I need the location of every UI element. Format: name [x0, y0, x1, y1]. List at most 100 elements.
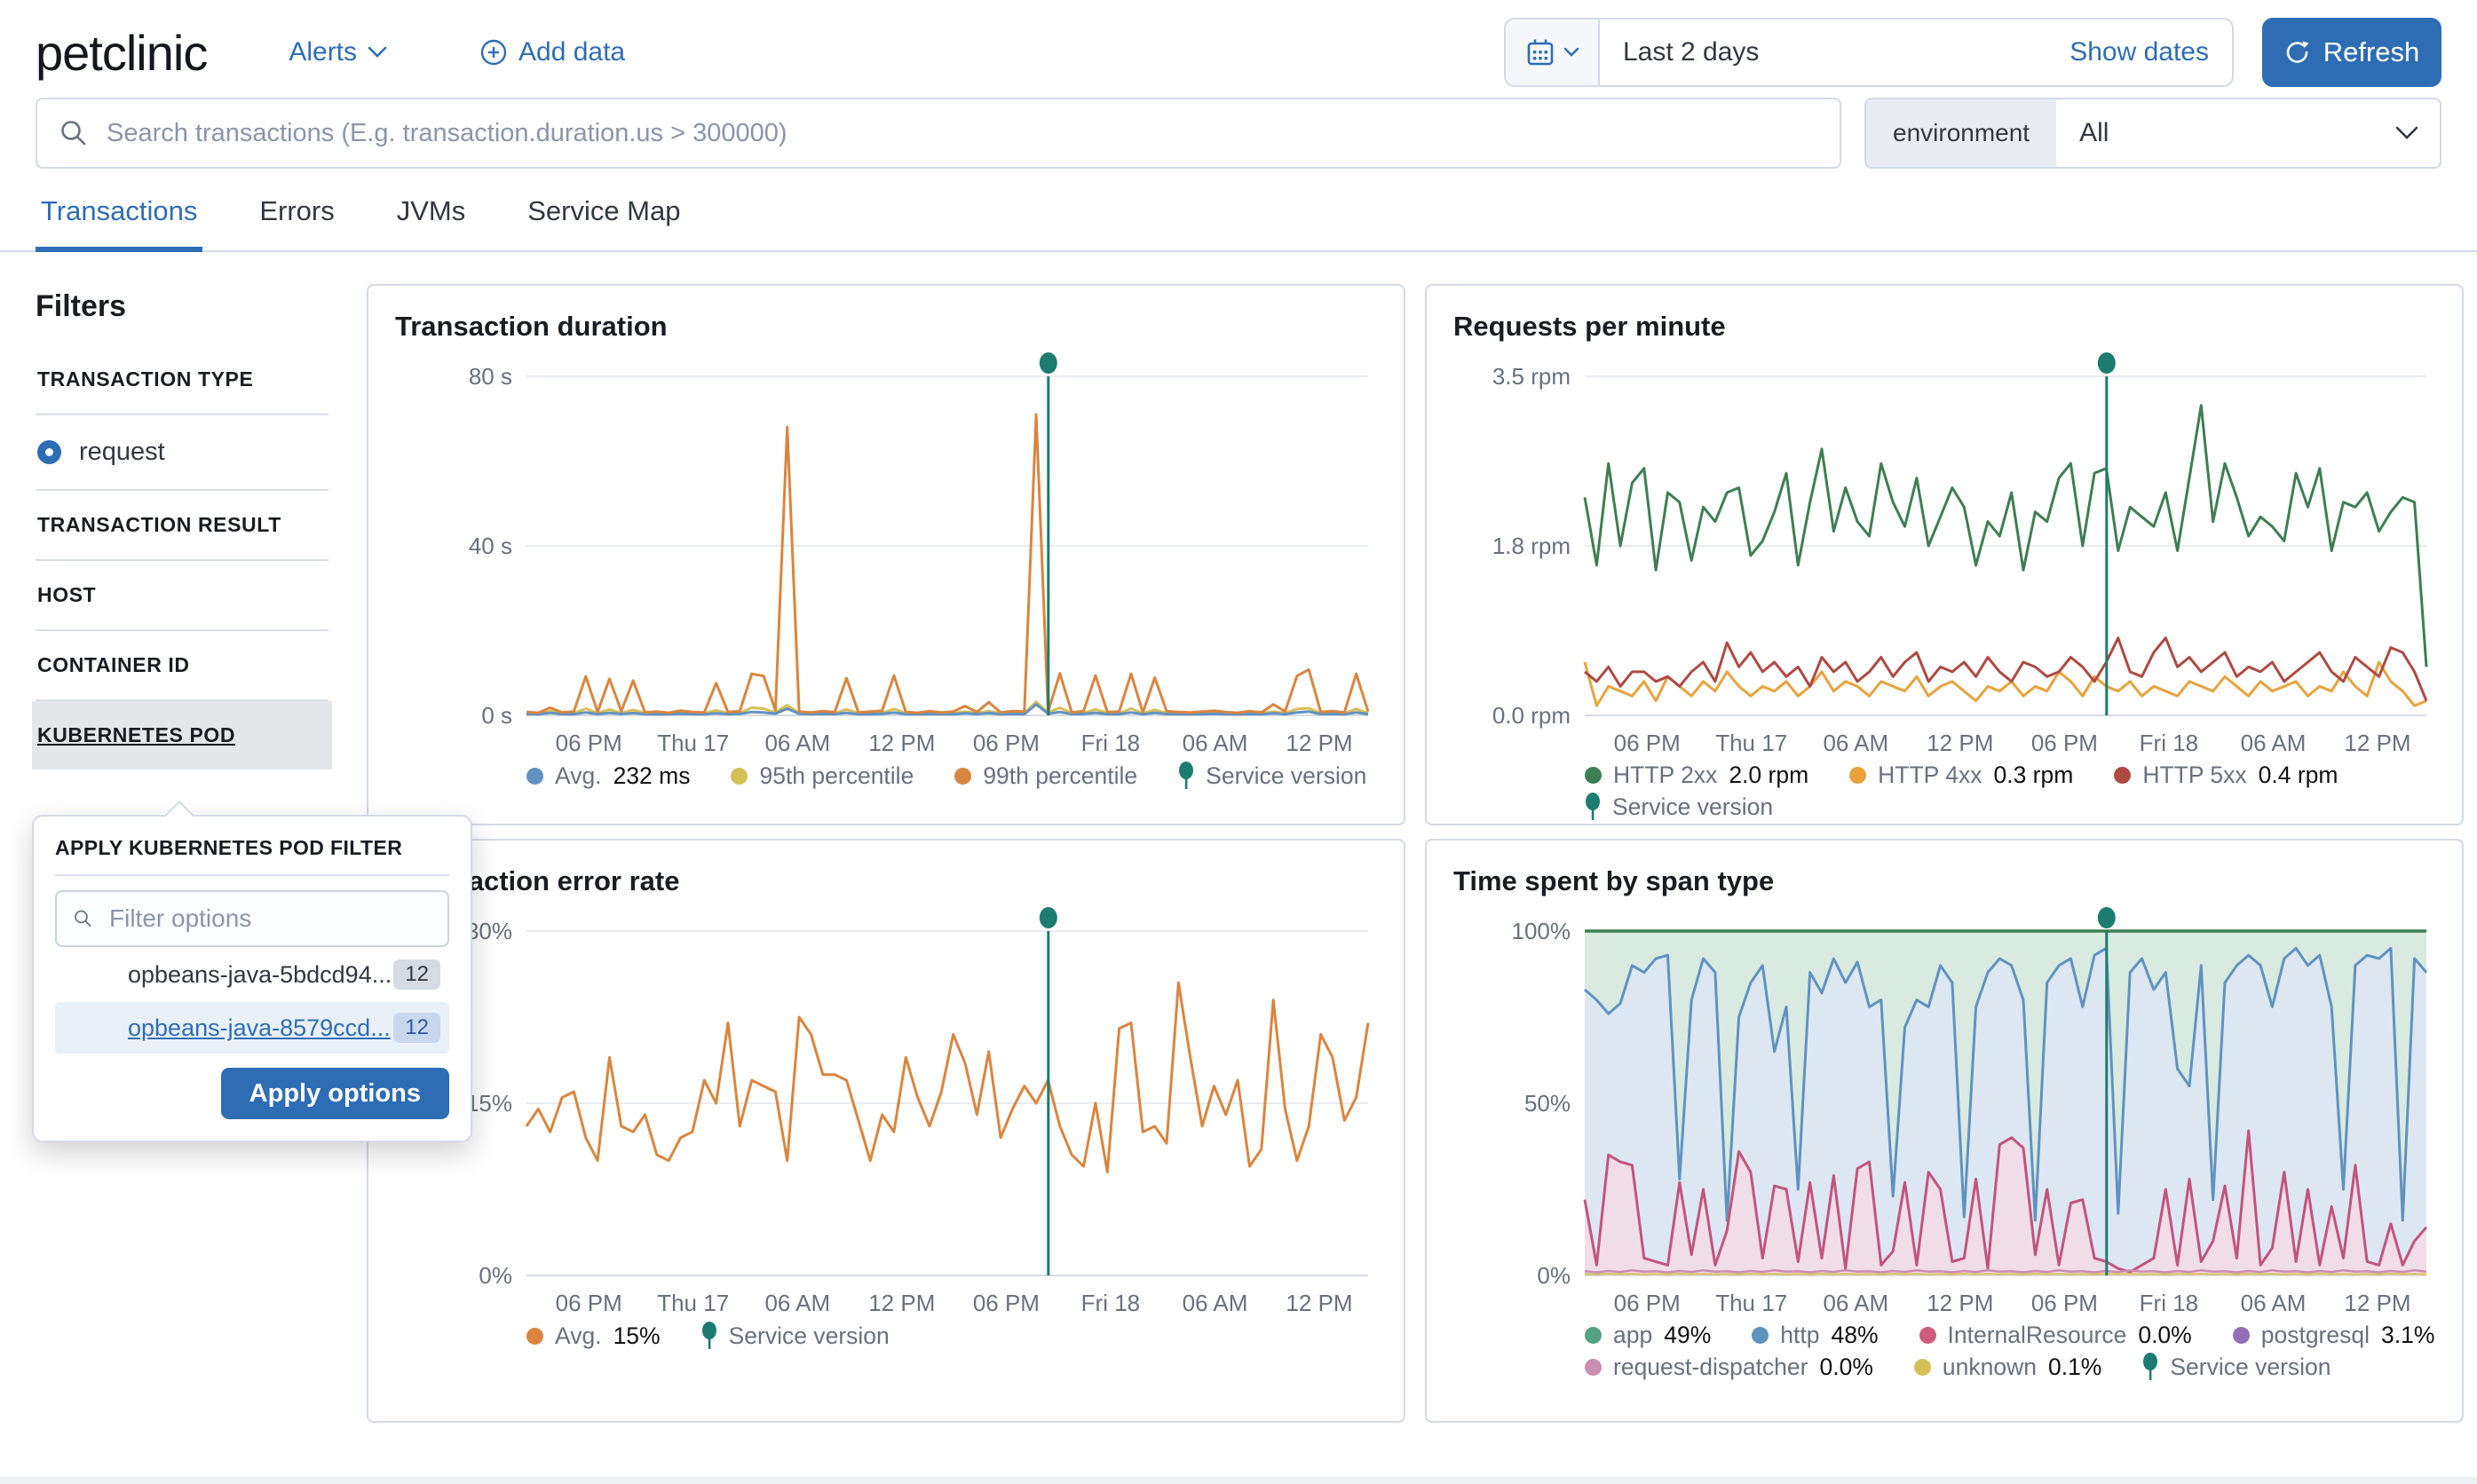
svg-text:100%: 100%: [1512, 918, 1571, 944]
legend-item-postgresql[interactable]: postgresql3.1%: [2233, 1322, 2435, 1349]
legend-value: 0.4 rpm: [2259, 762, 2339, 789]
kubernetes-pod-filter-popup: APPLY KUBERNETES POD FILTER opbeans-java…: [32, 815, 472, 1142]
legend-item-http-2xx[interactable]: HTTP 2xx2.0 rpm: [1585, 762, 1808, 789]
transaction-duration-card: Transaction duration 80 s40 s0 s06 PMThu…: [367, 284, 1405, 825]
time-range-value[interactable]: Last 2 days: [1600, 37, 1759, 67]
legend-item-service-version[interactable]: Service version: [1585, 793, 1773, 821]
legend-value: 0.0%: [2138, 1322, 2191, 1349]
refresh-label: Refresh: [2323, 36, 2420, 68]
transaction-error-rate-chart: 30%15%0%06 PMThu 1706 AM12 PM06 PMFri 18…: [395, 904, 1377, 1322]
legend-label: Avg.: [555, 762, 602, 790]
apply-options-button[interactable]: Apply options: [221, 1068, 449, 1119]
tab-transactions[interactable]: Transactions: [36, 195, 202, 252]
chart-title: Time spent by span type: [1453, 865, 2435, 897]
svg-text:0 s: 0 s: [481, 702, 512, 729]
filter-section-host[interactable]: HOST: [36, 561, 328, 631]
svg-text:12 PM: 12 PM: [2344, 730, 2410, 756]
svg-text:3.5 rpm: 3.5 rpm: [1492, 363, 1571, 390]
chevron-down-icon: [2395, 126, 2440, 140]
alerts-menu[interactable]: Alerts: [289, 37, 387, 67]
service-title: petclinic: [36, 24, 207, 82]
refresh-button[interactable]: Refresh: [2262, 18, 2441, 87]
legend-item-app[interactable]: app49%: [1585, 1322, 1711, 1349]
svg-text:06 PM: 06 PM: [556, 730, 622, 756]
legend-value: 3.1%: [2381, 1322, 2434, 1349]
tab-service-map[interactable]: Service Map: [522, 195, 685, 250]
legend-label: http: [1780, 1322, 1819, 1349]
filter-section-transaction-result[interactable]: TRANSACTION RESULT: [36, 491, 328, 561]
legend-item-internalresource[interactable]: InternalResource0.0%: [1919, 1322, 2192, 1349]
filter-section-container-id[interactable]: CONTAINER ID: [36, 631, 328, 701]
filter-options-input[interactable]: [107, 904, 431, 934]
date-range-picker[interactable]: Last 2 days Show dates: [1504, 18, 2234, 87]
svg-text:06 PM: 06 PM: [1614, 1290, 1681, 1316]
time-spent-by-span-type-card: Time spent by span type 100%50%0%06 PMTh…: [1425, 839, 2464, 1423]
add-data-button[interactable]: Add data: [479, 37, 625, 67]
search-bar[interactable]: [36, 98, 1841, 169]
svg-text:0%: 0%: [479, 1262, 512, 1289]
legend-item-http-4xx[interactable]: HTTP 4xx0.3 rpm: [1849, 762, 2073, 789]
legend-dot-icon: [526, 1328, 543, 1345]
legend-item-95th-percentile[interactable]: 95th percentile: [731, 762, 914, 790]
transaction-error-rate-card: Transaction error rate 30%15%0%06 PMThu …: [367, 839, 1405, 1423]
legend-value: 232 ms: [613, 762, 691, 790]
charts-grid: Transaction duration 80 s40 s0 s06 PMThu…: [367, 284, 2464, 1423]
svg-text:40 s: 40 s: [469, 533, 512, 559]
svg-text:12 PM: 12 PM: [1286, 1290, 1352, 1316]
tab-errors[interactable]: Errors: [254, 195, 339, 250]
add-data-label: Add data: [518, 37, 625, 67]
svg-text:12 PM: 12 PM: [868, 1290, 935, 1316]
legend-item-service-version[interactable]: Service version: [2142, 1353, 2331, 1381]
svg-text:06 AM: 06 AM: [1183, 1290, 1248, 1316]
chevron-down-icon: [368, 46, 387, 59]
legend-dot-icon: [1914, 1359, 1931, 1376]
pod-option-2[interactable]: opbeans-java-8579ccd... 12: [55, 1002, 449, 1054]
chevron-down-icon: [1563, 47, 1579, 58]
chart-title: Requests per minute: [1453, 311, 2435, 343]
legend-item-unknown[interactable]: unknown0.1%: [1914, 1354, 2101, 1381]
popup-filter-search[interactable]: [55, 890, 449, 947]
legend-item-http-5xx[interactable]: HTTP 5xx0.4 rpm: [2114, 762, 2338, 789]
pod-option-label: opbeans-java-5bdcd94...: [128, 961, 392, 989]
calendar-icon: [1524, 36, 1556, 68]
chart-legend: Avg.15% Service version: [526, 1322, 1377, 1350]
svg-text:Fri 18: Fri 18: [2140, 1290, 2198, 1316]
filters-title: Filters: [36, 289, 328, 324]
transaction-type-option[interactable]: request: [36, 415, 328, 491]
filter-section-kubernetes-pod[interactable]: KUBERNETES POD: [32, 701, 332, 770]
svg-text:06 AM: 06 AM: [1823, 1290, 1888, 1316]
filter-section-transaction-type[interactable]: TRANSACTION TYPE: [36, 345, 328, 415]
svg-text:50%: 50%: [1524, 1090, 1571, 1117]
show-dates-link[interactable]: Show dates: [2069, 37, 2232, 67]
legend-label: Service version: [1206, 762, 1366, 790]
svg-text:06 PM: 06 PM: [1614, 730, 1681, 756]
calendar-dropdown-button[interactable]: [1506, 20, 1600, 85]
legend-item-service-version[interactable]: Service version: [1178, 762, 1366, 790]
legend-dot-icon: [1585, 1327, 1602, 1344]
tab-jvms[interactable]: JVMs: [392, 195, 471, 250]
legend-label: 95th percentile: [759, 762, 914, 790]
legend-dot-icon: [731, 768, 748, 785]
chart-title: Transaction duration: [395, 311, 1377, 343]
legend-dot-icon: [1919, 1327, 1936, 1344]
search-input[interactable]: [105, 118, 1818, 149]
pod-option-1[interactable]: opbeans-java-5bdcd94... 12: [55, 949, 449, 1000]
svg-text:1.8 rpm: 1.8 rpm: [1492, 533, 1571, 559]
legend-item-http[interactable]: http48%: [1752, 1322, 1878, 1349]
plus-circle-icon: [479, 38, 508, 67]
environment-value: All: [2056, 118, 2109, 148]
legend-label: 99th percentile: [983, 762, 1137, 790]
legend-item-avg-[interactable]: Avg.15%: [526, 1322, 661, 1350]
legend-item-request-dispatcher[interactable]: request-dispatcher0.0%: [1585, 1354, 1873, 1381]
svg-text:12 PM: 12 PM: [2344, 1290, 2410, 1316]
legend-item-avg-[interactable]: Avg. 232 ms: [526, 762, 690, 790]
legend-item-service-version[interactable]: Service version: [701, 1322, 890, 1350]
svg-text:15%: 15%: [466, 1090, 512, 1117]
svg-text:06 PM: 06 PM: [973, 730, 1040, 756]
environment-select[interactable]: environment All: [1864, 98, 2441, 169]
legend-item-99th-percentile[interactable]: 99th percentile: [954, 762, 1137, 790]
legend-value: 0.3 rpm: [1993, 762, 2073, 789]
radio-selected-icon[interactable]: [37, 440, 61, 464]
pod-option-count-badge: 12: [393, 959, 440, 990]
header-right: Last 2 days Show dates Refresh: [1504, 18, 2441, 87]
